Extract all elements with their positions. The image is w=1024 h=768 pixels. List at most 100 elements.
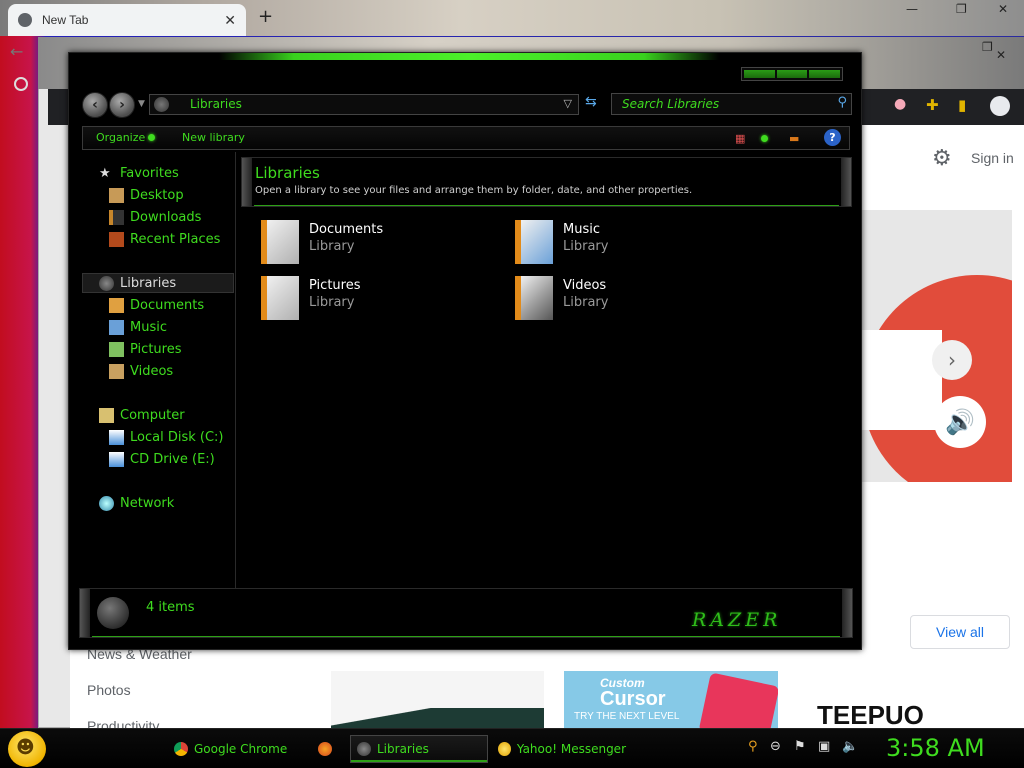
settings-gear-icon[interactable]: ⚙ — [932, 146, 952, 171]
chrome-tab-title: New Tab — [42, 13, 89, 27]
help-icon[interactable]: ? — [824, 129, 841, 146]
sign-in-link[interactable]: Sign in — [971, 150, 1014, 166]
globe-icon — [14, 77, 28, 91]
start-button[interactable]: ☻ — [8, 731, 46, 767]
nav-cd-drive[interactable]: CD Drive (E:) — [109, 452, 215, 467]
organize-button[interactable]: Organize — [96, 131, 156, 144]
taskbar-firefox[interactable] — [312, 735, 338, 763]
address-dropdown-icon[interactable]: ▽ — [564, 97, 572, 110]
close-window-icon-2[interactable]: ✕ — [996, 48, 1006, 62]
taskbar-yahoo-messenger[interactable]: Yahoo! Messenger — [492, 735, 632, 763]
address-bar[interactable]: Libraries ▽ — [149, 94, 579, 115]
music-large-icon — [515, 220, 553, 264]
sidebar-icon[interactable]: ▮ — [958, 96, 978, 116]
nav-computer-label: Computer — [120, 408, 185, 423]
tray-flag-icon[interactable]: ⚑ — [794, 739, 806, 754]
razer-logo: RAZER — [692, 609, 782, 631]
library-type: Library — [563, 295, 609, 310]
nav-desktop[interactable]: Desktop — [109, 188, 184, 203]
explorer-window: ‹ › ▼ Libraries ▽ ⇆ Search Libraries ⚲ O… — [68, 52, 862, 650]
library-type: Library — [309, 239, 355, 254]
libraries-header: Libraries Open a library to see your fil… — [241, 157, 852, 207]
close-tab-icon[interactable]: ✕ — [224, 12, 236, 29]
star-icon: ★ — [99, 166, 111, 181]
search-icon[interactable]: ⚲ — [837, 95, 847, 110]
back-button[interactable]: ‹ — [82, 92, 108, 118]
view-all-button[interactable]: View all — [910, 615, 1010, 649]
nav-local-disk-label: Local Disk (C:) — [130, 430, 224, 445]
network-icon — [99, 496, 114, 511]
nav-libraries[interactable]: Libraries — [82, 273, 234, 293]
new-library-button[interactable]: New library — [182, 131, 245, 144]
thumbnail-3[interactable]: TEEPUO — [817, 700, 997, 730]
nav-network-label: Network — [120, 496, 175, 511]
new-tab-button[interactable]: + — [258, 6, 273, 27]
nav-photos[interactable]: Photos — [87, 682, 131, 698]
nav-documents-label: Documents — [130, 298, 205, 313]
back-arrow-icon[interactable]: ← — [10, 42, 23, 61]
taskbar: ☻ Google Chrome Libraries Yahoo! Messeng… — [0, 728, 1024, 768]
thumbnail-custom-cursor[interactable]: Custom Cursor TRY THE NEXT LEVEL — [564, 671, 778, 728]
thumbnail-1[interactable] — [331, 671, 544, 728]
view-dropdown-icon[interactable] — [758, 132, 768, 145]
tray-volume-icon[interactable]: 🔈 — [842, 739, 858, 754]
documents-icon — [109, 298, 124, 313]
taskbar-libraries-label: Libraries — [377, 742, 429, 756]
account-avatar-icon[interactable] — [990, 96, 1010, 116]
music-icon — [109, 320, 124, 335]
libraries-status-icon — [97, 597, 129, 629]
nav-network[interactable]: Network — [99, 496, 174, 511]
nav-videos[interactable]: Videos — [109, 364, 173, 379]
library-music[interactable]: Music Library — [515, 220, 755, 268]
library-pictures[interactable]: Pictures Library — [261, 276, 501, 324]
nav-pictures[interactable]: Pictures — [109, 342, 181, 357]
recent-places-icon — [109, 232, 124, 247]
restore-icon[interactable]: ❐ — [956, 2, 967, 16]
library-documents[interactable]: Documents Library — [261, 220, 501, 268]
close-window-icon[interactable]: ✕ — [998, 2, 1008, 16]
documents-large-icon — [261, 220, 299, 264]
restore-icon-2[interactable]: ❐ — [982, 40, 993, 54]
nav-recent-places[interactable]: Recent Places — [109, 232, 220, 247]
nav-favorites[interactable]: ★ Favorites — [99, 166, 179, 181]
videos-large-icon — [515, 276, 553, 320]
videos-icon — [109, 364, 124, 379]
nav-documents[interactable]: Documents — [109, 298, 204, 313]
speaker-icon[interactable]: 🔊 — [934, 396, 986, 448]
command-bar: Organize New library ▦ ▬ ? — [82, 126, 850, 150]
minimize-icon[interactable]: — — [906, 2, 918, 16]
header-left-grip — [242, 158, 252, 206]
library-name: Videos — [563, 278, 607, 293]
tray-messenger-icon[interactable]: ⊖ — [770, 739, 781, 754]
nav-downloads[interactable]: Downloads — [109, 210, 201, 225]
nav-libraries-label: Libraries — [120, 275, 177, 291]
nav-cd-drive-label: CD Drive (E:) — [130, 452, 215, 467]
top-glow-bar — [219, 53, 719, 60]
library-name: Music — [563, 222, 600, 237]
refresh-icon[interactable]: ⇆ — [585, 94, 597, 110]
computer-icon — [99, 408, 114, 423]
tray-search-icon[interactable]: ⚲ — [748, 739, 758, 754]
profile-flag-icon[interactable]: ● — [894, 96, 914, 116]
nav-local-disk[interactable]: Local Disk (C:) — [109, 430, 223, 445]
search-box[interactable]: Search Libraries ⚲ — [611, 93, 852, 115]
forward-button[interactable]: › — [109, 92, 135, 118]
taskbar-libraries[interactable]: Libraries — [350, 735, 488, 763]
chrome-tab-new-tab[interactable]: New Tab ✕ — [8, 4, 246, 36]
library-type: Library — [309, 295, 355, 310]
recent-pages-dropdown-icon[interactable]: ▼ — [138, 99, 145, 109]
yahoo-messenger-icon — [498, 742, 511, 756]
next-arrow-icon[interactable]: › — [932, 340, 972, 380]
promo-card[interactable]: › 🔊 — [862, 210, 1012, 482]
tray-network-icon[interactable]: ▣ — [818, 739, 830, 754]
taskbar-clock[interactable]: 3:58 AM — [886, 734, 985, 762]
navigation-pane: ★ Favorites Desktop Downloads Recent Plac… — [69, 152, 236, 588]
nav-music[interactable]: Music — [109, 320, 167, 335]
library-videos[interactable]: Videos Library — [515, 276, 755, 324]
preview-pane-icon[interactable]: ▬ — [789, 132, 799, 145]
nav-computer[interactable]: Computer — [99, 408, 185, 423]
chrome-favicon-icon — [18, 13, 32, 27]
organize-dropdown-icon — [148, 134, 156, 141]
view-options-icon[interactable]: ▦ — [735, 132, 745, 145]
extensions-puzzle-icon[interactable]: ✚ — [926, 96, 946, 116]
